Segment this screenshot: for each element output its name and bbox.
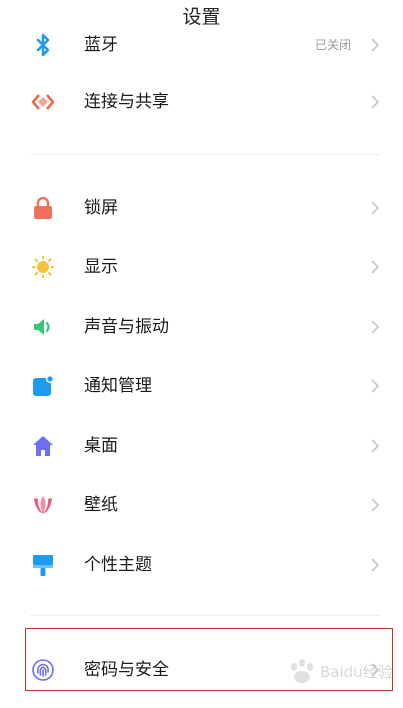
sun-icon: [32, 256, 54, 278]
chevron-right-icon: [371, 439, 380, 453]
chevron-right-icon: [371, 38, 380, 52]
settings-item-label: 锁屏: [84, 198, 118, 218]
lock-icon: [34, 197, 52, 219]
settings-item-lock-screen[interactable]: 锁屏: [0, 178, 403, 238]
watermark-text: Baidu经验: [320, 663, 393, 681]
section-divider: [30, 615, 380, 616]
baidu-watermark: Baidu经验: [291, 659, 393, 683]
settings-item-wallpaper[interactable]: 壁纸: [0, 475, 403, 535]
chevron-right-icon: [371, 558, 380, 572]
settings-item-display[interactable]: 显示: [0, 237, 403, 297]
notification-icon: [33, 375, 54, 396]
settings-item-home-screen[interactable]: 桌面: [0, 416, 403, 476]
settings-item-label: 连接与共享: [84, 92, 169, 112]
settings-item-label: 显示: [84, 257, 118, 277]
home-icon: [33, 436, 53, 456]
page-title: 设置: [0, 0, 403, 34]
chevron-right-icon: [371, 498, 380, 512]
tulip-icon: [34, 496, 52, 514]
chevron-right-icon: [371, 260, 380, 274]
chevron-right-icon: [371, 201, 380, 215]
paint-brush-icon: [33, 555, 53, 576]
settings-item-label: 个性主题: [84, 555, 152, 575]
speaker-icon: [34, 319, 50, 335]
settings-item-sound-vibration[interactable]: 声音与振动: [0, 297, 403, 357]
settings-item-label: 桌面: [84, 436, 118, 456]
settings-item-label: 声音与振动: [84, 317, 169, 337]
settings-item-label: 壁纸: [84, 495, 118, 515]
settings-item-label: 通知管理: [84, 376, 152, 396]
section-divider: [30, 154, 380, 155]
settings-item-notifications[interactable]: 通知管理: [0, 356, 403, 416]
bluetooth-icon: [36, 34, 50, 56]
chevron-right-icon: [371, 320, 380, 334]
share-connect-icon: [32, 94, 54, 110]
settings-item-themes[interactable]: 个性主题: [0, 535, 403, 595]
chevron-right-icon: [371, 95, 380, 109]
chevron-right-icon: [371, 379, 380, 393]
settings-item-connection-sharing[interactable]: 连接与共享: [0, 72, 403, 132]
